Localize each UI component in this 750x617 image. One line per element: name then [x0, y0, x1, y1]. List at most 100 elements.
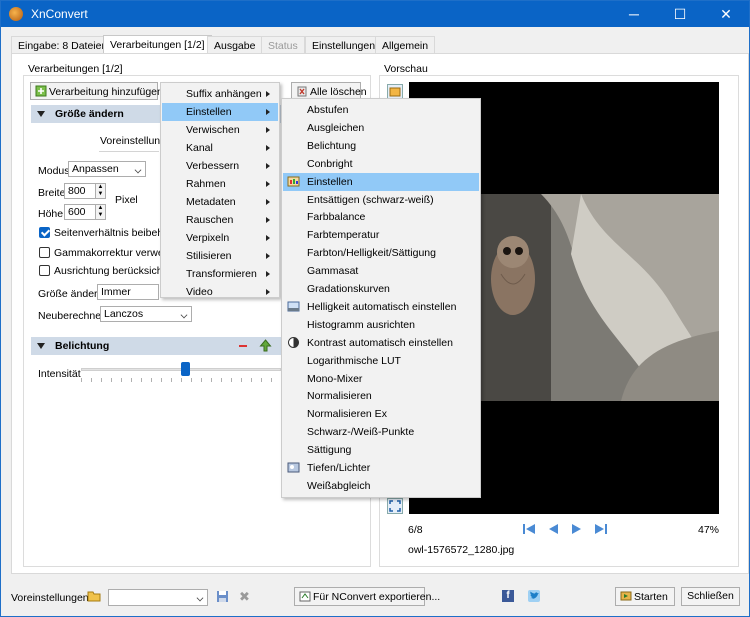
submenu-item-tiefen-lichter[interactable]: Tiefen/Lichter [283, 459, 479, 477]
slider-ticks [81, 378, 281, 382]
next-image-icon[interactable] [570, 522, 584, 536]
resample-value: Lanczos [104, 308, 144, 320]
submenu-item-conbright[interactable]: Conbright [283, 155, 479, 173]
move-up-icon[interactable] [259, 339, 272, 352]
orientation-checkbox[interactable] [39, 265, 50, 276]
menu-item-kanal[interactable]: Kanal [162, 139, 278, 157]
add-action-label: Verarbeitung hinzufügen> [49, 86, 169, 98]
submenu-item-weißabgleich[interactable]: Weißabgleich [283, 477, 479, 495]
tab-actions[interactable]: Verarbeitungen [1/2] [103, 35, 212, 55]
submenu-arrow-icon [266, 145, 270, 151]
xnconvert-logo-icon [9, 7, 23, 21]
submenu-item-farbtemperatur[interactable]: Farbtemperatur [283, 226, 479, 244]
submenu-item-einstellen[interactable]: Einstellen [283, 172, 479, 191]
add-action-menu: Suffix anhängen Einstellen Verwischen Kanal… [160, 82, 280, 298]
submenu-item-label: Conbright [307, 157, 353, 170]
menu-item-rauschen[interactable]: Rauschen [162, 211, 278, 229]
submenu-item-label: Logarithmische LUT [307, 354, 401, 367]
submenu-item-label: Entsättigen (schwarz-weiß) [307, 193, 434, 206]
app-window: XnConvert ─ ☐ ✕ Eingabe: 8 Dateien Verar… [0, 0, 750, 617]
submenu-item-abstufen[interactable]: Abstufen [283, 101, 479, 119]
twitter-icon[interactable] [528, 590, 540, 602]
add-action-button[interactable]: Verarbeitung hinzufügen> [30, 82, 169, 100]
exposure-panel-header[interactable]: Belichtung [31, 337, 281, 355]
actions-group-title: Verarbeitungen [1/2] [28, 63, 123, 75]
maximize-button[interactable]: ☐ [657, 1, 703, 27]
submenu-item-label: Helligkeit automatisch einstellen [307, 300, 457, 313]
delete-preset-icon[interactable]: ✖ [239, 590, 252, 603]
last-image-icon[interactable] [594, 522, 608, 536]
submenu-arrow-icon [266, 271, 270, 277]
submenu-item-schwarz-weiß-punkte[interactable]: Schwarz-/Weiß-Punkte [283, 423, 479, 441]
open-folder-icon[interactable] [87, 589, 101, 603]
submenu-item-normalisieren-ex[interactable]: Normalisieren Ex [283, 405, 479, 423]
submenu-item-helligkeit-automatisch-einstellen[interactable]: Helligkeit automatisch einstellen [283, 298, 479, 316]
menu-item-video[interactable]: Video [162, 283, 278, 301]
menu-item-metadaten[interactable]: Metadaten [162, 193, 278, 211]
menu-item-suffix-anhängen[interactable]: Suffix anhängen [162, 85, 278, 103]
tab-output[interactable]: Ausgabe [207, 36, 263, 54]
presets-select[interactable] [108, 589, 208, 606]
fit-window-icon[interactable] [387, 498, 403, 514]
start-button[interactable]: Starten [615, 587, 675, 606]
export-nconvert-button[interactable]: Für NConvert exportieren... [294, 587, 440, 606]
tab-status[interactable]: Status [261, 36, 305, 54]
menu-item-rahmen[interactable]: Rahmen [162, 175, 278, 193]
height-label: Höhe [38, 208, 64, 220]
submenu-item-farbbalance[interactable]: Farbbalance [283, 208, 479, 226]
submenu-item-mono-mixer[interactable]: Mono-Mixer [283, 370, 479, 388]
submenu-item-label: Gammasat [307, 265, 359, 278]
keep-ratio-checkbox[interactable] [39, 227, 50, 238]
minimize-button[interactable]: ─ [611, 1, 657, 27]
submenu-item-sättigung[interactable]: Sättigung [283, 441, 479, 459]
resample-select[interactable]: Lanczos [100, 306, 192, 322]
first-image-icon[interactable] [522, 522, 536, 536]
previous-image-icon[interactable] [546, 522, 560, 536]
submenu-item-kontrast-automatisch-einstellen[interactable]: Kontrast automatisch einstellen [283, 334, 479, 352]
title-bar: XnConvert ─ ☐ ✕ [1, 1, 749, 27]
resize-when-select[interactable]: Immer [97, 284, 159, 300]
add-action-icon [35, 85, 47, 97]
tab-settings[interactable]: Einstellungen [305, 36, 383, 54]
submenu-item-entsättigen-schwarz-weiß[interactable]: Entsättigen (schwarz-weiß) [283, 191, 479, 209]
unit-select[interactable]: Pixel [112, 193, 160, 209]
submenu-arrow-icon [266, 127, 270, 133]
start-label: Starten [634, 591, 668, 603]
submenu-item-normalisieren[interactable]: Normalisieren [283, 387, 479, 405]
submenu-item-histogramm-ausrichten[interactable]: Histogramm ausrichten [283, 316, 479, 334]
mode-select[interactable]: Anpassen [68, 161, 146, 177]
submenu-item-logarithmische-lut[interactable]: Logarithmische LUT [283, 352, 479, 370]
width-input[interactable]: 800 [64, 183, 96, 199]
intensity-slider-thumb[interactable] [181, 362, 190, 376]
menu-item-label: Verbessern [186, 160, 240, 172]
submenu-item-farbton-helligkeit-sättigung[interactable]: Farbton/Helligkeit/Sättigung [283, 244, 479, 262]
export-icon [299, 590, 311, 602]
submenu-item-gammasat[interactable]: Gammasat [283, 262, 479, 280]
remove-icon[interactable] [239, 345, 247, 347]
facebook-icon[interactable]: f [502, 590, 514, 602]
gamma-checkbox[interactable] [39, 247, 50, 258]
width-spinner[interactable]: ▲ ▼ [95, 183, 106, 199]
submenu-item-ausgleichen[interactable]: Ausgleichen [283, 119, 479, 137]
save-preset-icon[interactable] [216, 590, 229, 603]
height-input[interactable]: 600 [64, 204, 96, 220]
submenu-item-label: Gradationskurven [307, 283, 390, 295]
menu-item-verwischen[interactable]: Verwischen [162, 121, 278, 139]
menu-item-stilisieren[interactable]: Stilisieren [162, 247, 278, 265]
submenu-item-belichtung[interactable]: Belichtung [283, 137, 479, 155]
menu-item-verpixeln[interactable]: Verpixeln [162, 229, 278, 247]
menu-item-einstellen[interactable]: Einstellen [162, 103, 278, 121]
submenu-item-gradationskurven[interactable]: Gradationskurven [283, 280, 479, 298]
menu-item-label: Verpixeln [186, 232, 230, 244]
close-dialog-button[interactable]: Schließen [681, 587, 740, 606]
close-button[interactable]: ✕ [703, 1, 749, 27]
menu-item-transformieren[interactable]: Transformieren [162, 265, 278, 283]
menu-item-label: Transformieren [186, 268, 257, 280]
menu-item-verbessern[interactable]: Verbessern [162, 157, 278, 175]
height-spinner[interactable]: ▲ ▼ [95, 204, 106, 220]
submenu-item-label: Abstufen [307, 104, 349, 116]
submenu-item-label: Farbton/Helligkeit/Sättigung [307, 247, 436, 260]
tab-input[interactable]: Eingabe: 8 Dateien [11, 36, 115, 54]
mode-value: Anpassen [72, 163, 119, 175]
tab-general[interactable]: Allgemein [375, 36, 436, 54]
